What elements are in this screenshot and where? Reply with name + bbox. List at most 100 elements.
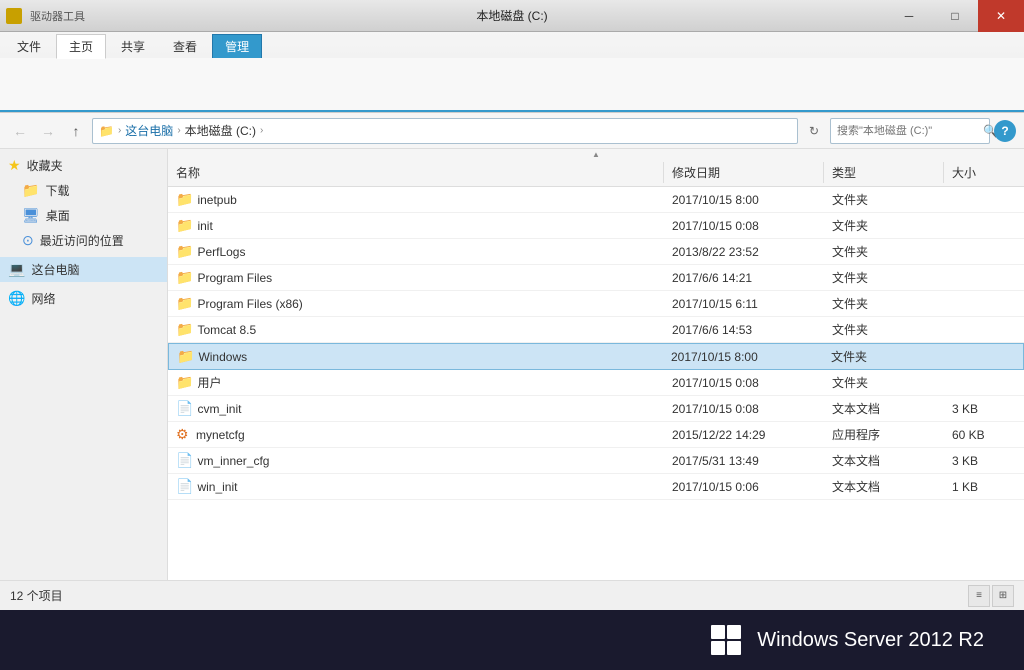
sidebar-item-thispc[interactable]: 💻 这台电脑 bbox=[0, 257, 167, 282]
view-buttons: ≡ ⊞ bbox=[968, 585, 1014, 607]
file-type: 文件夹 bbox=[824, 239, 944, 264]
tab-view[interactable]: 查看 bbox=[160, 34, 210, 58]
main-area: ★ 收藏夹 📁 下载 🖥 桌面 ⊙ 最近访问的位置 💻 这台电脑 bbox=[0, 149, 1024, 580]
window-title: 本地磁盘 (C:) bbox=[476, 0, 547, 31]
help-button[interactable]: ? bbox=[994, 120, 1016, 142]
window-controls: ─ □ ✕ bbox=[886, 0, 1024, 32]
file-name: 📄cvm_init bbox=[168, 396, 664, 421]
tab-home[interactable]: 主页 bbox=[56, 34, 106, 59]
refresh-button[interactable]: ↻ bbox=[802, 119, 826, 143]
address-path[interactable]: 📁 › 这台电脑 › 本地磁盘 (C:) › bbox=[92, 118, 798, 144]
pc-icon: 💻 bbox=[8, 261, 25, 278]
header-type[interactable]: 类型 bbox=[824, 162, 944, 183]
file-date: 2017/5/31 13:49 bbox=[664, 448, 824, 473]
file-type: 文件夹 bbox=[824, 291, 944, 316]
file-name: 📁PerfLogs bbox=[168, 239, 664, 264]
sort-arrow: ▲ bbox=[592, 150, 600, 159]
file-size: 1 KB bbox=[944, 474, 1024, 499]
table-row[interactable]: 📁inetpub 2017/10/15 8:00 文件夹 bbox=[168, 187, 1024, 213]
table-row[interactable]: 📁用户 2017/10/15 0:08 文件夹 bbox=[168, 370, 1024, 396]
windows-logo bbox=[711, 625, 741, 655]
sidebar-network-label: 网络 bbox=[31, 290, 55, 307]
win-logo-tr bbox=[727, 625, 741, 639]
file-type: 文件夹 bbox=[823, 344, 943, 369]
title-text: 本地磁盘 (C:) bbox=[476, 7, 547, 24]
app-icon: ⚙ bbox=[176, 426, 192, 443]
minimize-button[interactable]: ─ bbox=[886, 0, 932, 32]
file-type: 文件夹 bbox=[824, 317, 944, 342]
up-button[interactable]: ↑ bbox=[64, 119, 88, 143]
table-row[interactable]: 📁init 2017/10/15 0:08 文件夹 bbox=[168, 213, 1024, 239]
search-box[interactable]: 🔍 bbox=[830, 118, 990, 144]
win-logo-bl bbox=[711, 641, 725, 655]
view-detail-button[interactable]: ⊞ bbox=[992, 585, 1014, 607]
sidebar-thispc-label: 这台电脑 bbox=[31, 261, 79, 278]
table-row[interactable]: 📁PerfLogs 2013/8/22 23:52 文件夹 bbox=[168, 239, 1024, 265]
maximize-button[interactable]: □ bbox=[932, 0, 978, 32]
table-row[interactable]: 📁Program Files (x86) 2017/10/15 6:11 文件夹 bbox=[168, 291, 1024, 317]
forward-button[interactable]: → bbox=[36, 119, 60, 143]
file-type: 文件夹 bbox=[824, 187, 944, 212]
file-list: ▲ 名称 修改日期 类型 大小 📁inetpub 2017/10/15 8:00… bbox=[168, 149, 1024, 580]
search-input[interactable] bbox=[837, 125, 979, 137]
tab-manage[interactable]: 管理 bbox=[212, 34, 262, 58]
doc-icon: 📄 bbox=[176, 452, 193, 469]
file-size bbox=[944, 317, 1024, 342]
header-date[interactable]: 修改日期 bbox=[664, 162, 824, 183]
path-local-disk[interactable]: 本地磁盘 (C:) bbox=[185, 122, 256, 139]
sidebar-downloads-label: 下载 bbox=[45, 182, 69, 199]
star-icon: ★ bbox=[8, 157, 21, 174]
view-list-button[interactable]: ≡ bbox=[968, 585, 990, 607]
folder-icon: 📁 bbox=[176, 321, 193, 338]
file-size bbox=[943, 344, 1023, 369]
file-type: 应用程序 bbox=[824, 422, 944, 447]
folder-icon: 📁 bbox=[176, 374, 193, 391]
header-size[interactable]: 大小 bbox=[944, 162, 1024, 183]
path-sep-3: › bbox=[260, 125, 263, 136]
sidebar-item-desktop[interactable]: 🖥 桌面 bbox=[0, 203, 167, 228]
table-row[interactable]: 📁Windows 2017/10/15 8:00 文件夹 bbox=[168, 343, 1024, 370]
table-row[interactable]: 📄win_init 2017/10/15 0:06 文本文档 1 KB bbox=[168, 474, 1024, 500]
file-type: 文本文档 bbox=[824, 396, 944, 421]
file-name: 📄vm_inner_cfg bbox=[168, 448, 664, 473]
sidebar-item-favorites[interactable]: ★ 收藏夹 bbox=[0, 153, 167, 178]
header-name[interactable]: 名称 bbox=[168, 162, 664, 183]
sidebar-favorites-section: ★ 收藏夹 📁 下载 🖥 桌面 ⊙ 最近访问的位置 bbox=[0, 153, 167, 253]
file-name: 📁Tomcat 8.5 bbox=[168, 317, 664, 342]
win-logo-grid bbox=[711, 625, 741, 655]
file-date: 2017/6/6 14:53 bbox=[664, 317, 824, 342]
tab-file[interactable]: 文件 bbox=[4, 34, 54, 58]
file-name: 📁Program Files bbox=[168, 265, 664, 290]
winserver-bar: Windows Server 2012 R2 bbox=[0, 610, 1024, 670]
file-date: 2017/10/15 0:08 bbox=[664, 213, 824, 238]
file-name: 📄win_init bbox=[168, 474, 664, 499]
table-row[interactable]: 📄vm_inner_cfg 2017/5/31 13:49 文本文档 3 KB bbox=[168, 448, 1024, 474]
file-date: 2017/10/15 0:08 bbox=[664, 396, 824, 421]
file-rows-container: 📁inetpub 2017/10/15 8:00 文件夹 📁init 2017/… bbox=[168, 187, 1024, 500]
sidebar-favorites-label: 收藏夹 bbox=[27, 157, 63, 174]
file-size bbox=[944, 239, 1024, 264]
file-name: 📁inetpub bbox=[168, 187, 664, 212]
status-count: 12 个项目 bbox=[10, 587, 63, 604]
file-date: 2017/10/15 0:08 bbox=[664, 370, 824, 395]
table-row[interactable]: 📁Tomcat 8.5 2017/6/6 14:53 文件夹 bbox=[168, 317, 1024, 343]
back-button[interactable]: ← bbox=[8, 119, 32, 143]
sidebar: ★ 收藏夹 📁 下载 🖥 桌面 ⊙ 最近访问的位置 💻 这台电脑 bbox=[0, 149, 168, 580]
address-bar: ← → ↑ 📁 › 这台电脑 › 本地磁盘 (C:) › ↻ 🔍 ? bbox=[0, 113, 1024, 149]
table-row[interactable]: ⚙mynetcfg 2015/12/22 14:29 应用程序 60 KB bbox=[168, 422, 1024, 448]
sidebar-item-network[interactable]: 🌐 网络 bbox=[0, 286, 167, 311]
tab-share[interactable]: 共享 bbox=[108, 34, 158, 58]
file-type: 文件夹 bbox=[824, 213, 944, 238]
table-row[interactable]: 📄cvm_init 2017/10/15 0:08 文本文档 3 KB bbox=[168, 396, 1024, 422]
file-size bbox=[944, 291, 1024, 316]
win-logo-tl bbox=[711, 625, 725, 639]
path-sep-1: › bbox=[118, 125, 121, 136]
table-row[interactable]: 📁Program Files 2017/6/6 14:21 文件夹 bbox=[168, 265, 1024, 291]
close-button[interactable]: ✕ bbox=[978, 0, 1024, 32]
sidebar-item-downloads[interactable]: 📁 下载 bbox=[0, 178, 167, 203]
folder-download-icon: 📁 bbox=[22, 182, 39, 199]
sidebar-item-recent[interactable]: ⊙ 最近访问的位置 bbox=[0, 228, 167, 253]
network-icon: 🌐 bbox=[8, 290, 25, 307]
path-this-pc[interactable]: 这台电脑 bbox=[125, 122, 173, 139]
ribbon-tab-bar: 文件 主页 共享 查看 管理 bbox=[0, 32, 1024, 58]
